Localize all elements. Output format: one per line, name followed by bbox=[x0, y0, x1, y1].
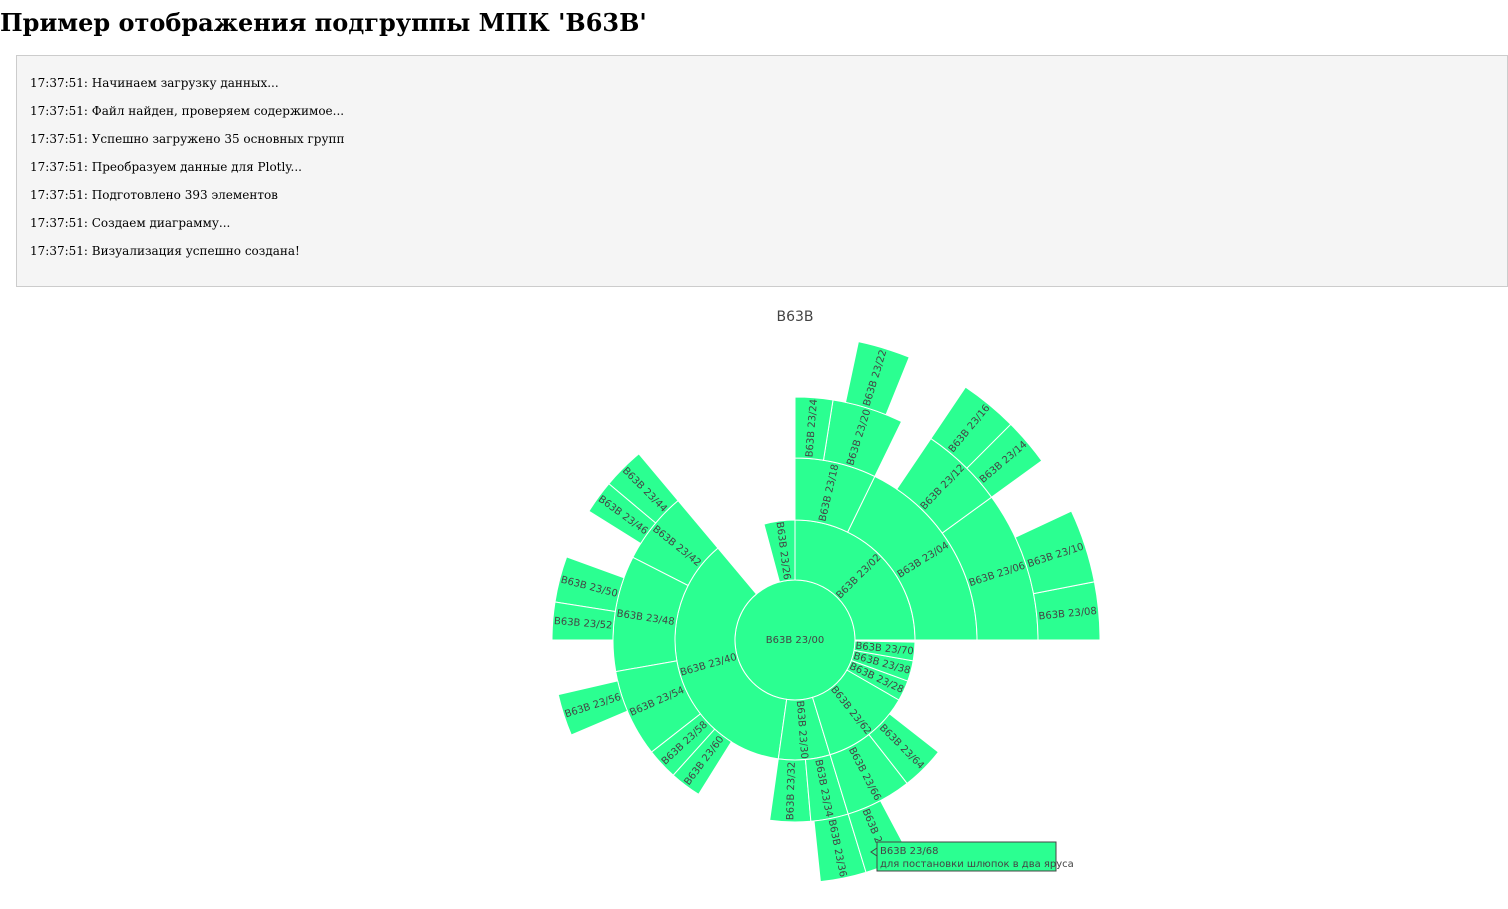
segment-label: B63B 23/32 bbox=[785, 762, 798, 821]
log-line: 17:37:51: Успешно загружено 35 основных … bbox=[30, 132, 345, 146]
log-line: 17:37:51: Подготовлено 393 элементов bbox=[30, 188, 278, 202]
tooltip-label: B63B 23/68 bbox=[880, 846, 938, 857]
sunburst-chart[interactable]: B63B B63B 23/00B63B 23/02 B63B 23/04 B63B … bbox=[0, 296, 1508, 896]
segment-label: B63B 23/00 bbox=[766, 635, 824, 646]
log-line: 17:37:51: Визуализация успешно создана! bbox=[30, 244, 300, 258]
page-title: Пример отображения подгруппы МПК 'B63B' bbox=[0, 8, 647, 37]
log-line: 17:37:51: Начинаем загрузку данных... bbox=[30, 76, 279, 90]
status-log: 17:37:51: Начинаем загрузку данных... 17… bbox=[16, 55, 1508, 287]
hover-tooltip: B63B 23/68 для постановки шлюпок в два я… bbox=[870, 841, 1074, 872]
log-line: 17:37:51: Преобразуем данные для Plotly.… bbox=[30, 160, 302, 174]
log-line: 17:37:51: Создаем диаграмму... bbox=[30, 216, 231, 230]
tooltip-description: для постановки шлюпок в два яруса bbox=[880, 859, 1074, 870]
log-line: 17:37:51: Файл найден, проверяем содержи… bbox=[30, 104, 345, 118]
chart-title: B63B bbox=[776, 309, 813, 325]
